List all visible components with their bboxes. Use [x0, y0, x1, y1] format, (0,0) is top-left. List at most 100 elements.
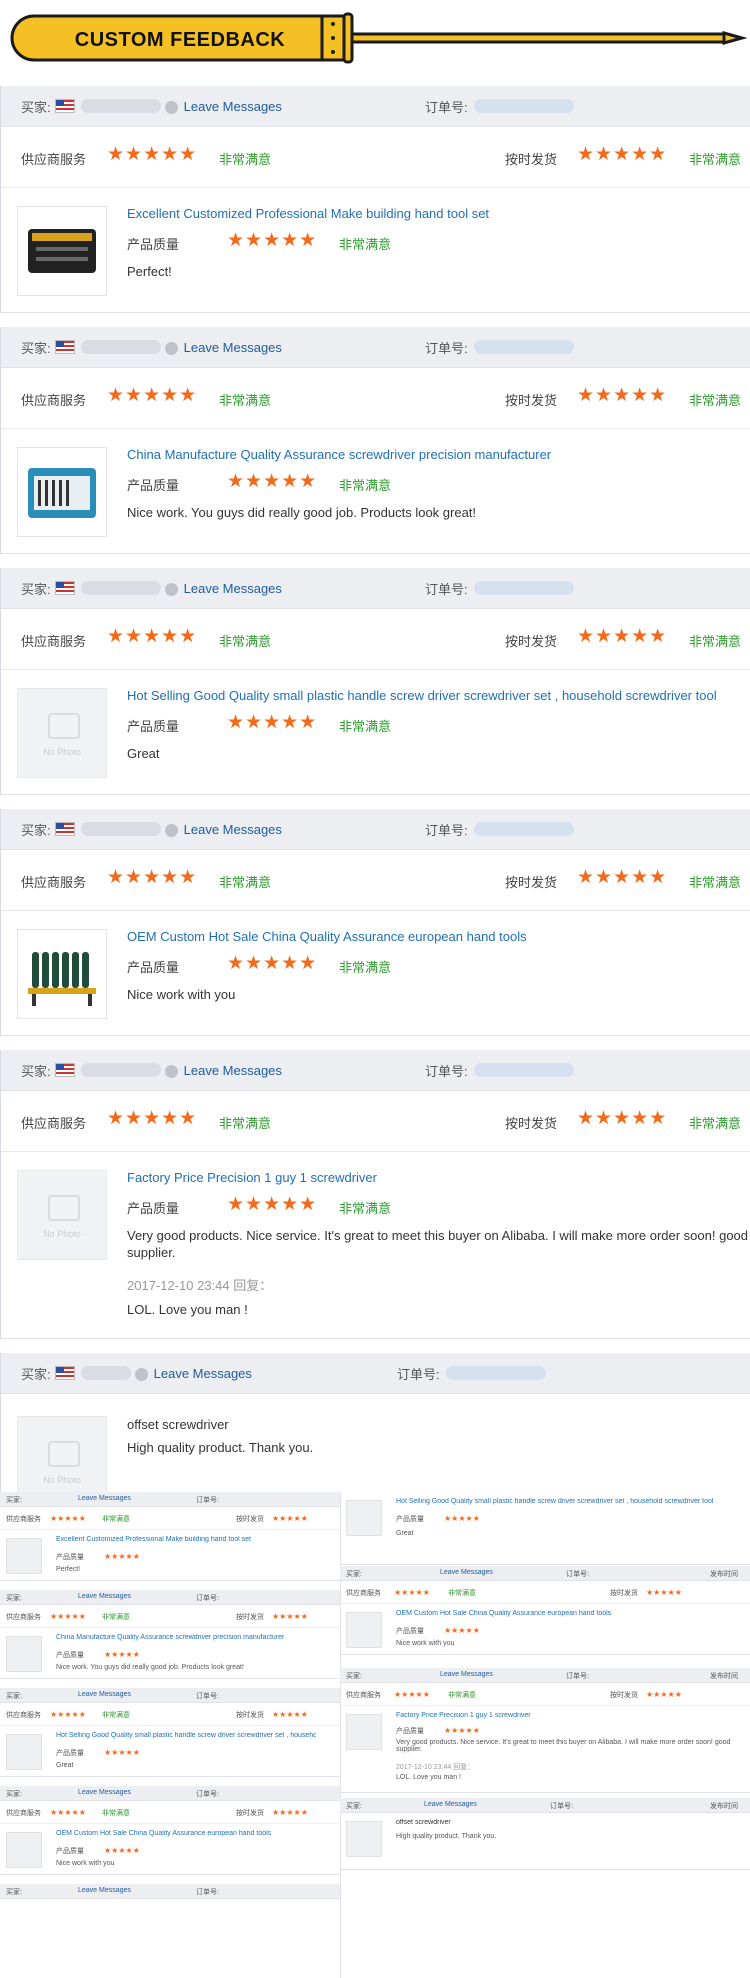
mini-buyer-label: 买家:	[6, 1497, 22, 1504]
order-number-blurred	[473, 581, 574, 595]
mini-product-title[interactable]: Excellent Customized Professional Make b…	[56, 1536, 316, 1543]
product-title-link[interactable]: Factory Price Precision 1 guy 1 screwdri…	[127, 1170, 750, 1185]
screwdriver-kit-icon[interactable]	[17, 447, 107, 537]
chat-icon[interactable]	[134, 1367, 148, 1381]
mini-star-rating: ★★★★★	[272, 1710, 308, 1719]
mini-product-title[interactable]: OEM Custom Hot Sale China Quality Assura…	[56, 1830, 316, 1837]
mini-leave-messages[interactable]: Leave Messages	[78, 1789, 131, 1796]
buyer-name-blurred	[80, 1063, 161, 1077]
review-comment: Very good products. Nice service. It's g…	[127, 1228, 749, 1260]
mini-leave-messages[interactable]: Leave Messages	[78, 1495, 131, 1502]
mini-review: Hot Selling Good Quality small plastic h…	[340, 1492, 750, 1565]
satisfaction-text: 非常满意	[689, 152, 742, 167]
star-rating: ★★★★★	[577, 385, 668, 406]
mini-satisfaction: 非常满意	[102, 1712, 130, 1719]
star-rating: ★★★★★	[227, 1194, 318, 1215]
mini-star-rating: ★★★★★	[50, 1514, 86, 1523]
mini-reply-time: 2017-12-10 23:44 回复：	[396, 1764, 475, 1771]
review-comment: Great	[127, 746, 160, 761]
mini-buyer-label: 买家:	[6, 1791, 22, 1798]
leave-messages-link[interactable]: Leave Messages	[184, 1063, 282, 1078]
satisfaction-text: 非常满意	[219, 393, 272, 408]
mini-star-rating: ★★★★★	[394, 1690, 430, 1699]
mini-thumb	[346, 1500, 382, 1536]
review-header: 买家: Leave Messages 订单号:	[1, 568, 750, 609]
mini-star-rating: ★★★★★	[50, 1710, 86, 1719]
satisfaction-text: 非常满意	[339, 237, 392, 252]
mini-product-title[interactable]: Hot Selling Good Quality small plastic h…	[396, 1498, 736, 1505]
reply-text: LOL. Love you man !	[127, 1302, 248, 1317]
product-row: Excellent Customized Professional Make b…	[1, 188, 750, 313]
review-comment: High quality product. Thank you.	[127, 1440, 314, 1455]
mini-leave-messages[interactable]: Leave Messages	[440, 1569, 493, 1576]
product-title-link[interactable]: Hot Selling Good Quality small plastic h…	[127, 688, 750, 703]
us-flag-icon	[54, 822, 75, 836]
leave-messages-link[interactable]: Leave Messages	[184, 99, 282, 114]
chat-icon[interactable]	[164, 1064, 178, 1078]
mini-leave-messages[interactable]: Leave Messages	[440, 1671, 493, 1678]
chat-icon[interactable]	[164, 823, 178, 837]
review-card: 买家: Leave Messages 订单号: 供应商服务 ★★★★★ 非常满意…	[0, 327, 750, 554]
mini-thumb	[346, 1821, 382, 1857]
buyer-label: 买家:	[21, 99, 51, 115]
buyer-name-blurred	[80, 99, 161, 113]
satisfaction-text: 非常满意	[339, 960, 392, 975]
no-photo-icon[interactable]: No Photo	[17, 688, 107, 778]
product-title-link[interactable]: China Manufacture Quality Assurance scre…	[127, 447, 750, 462]
mini-leave-messages[interactable]: Leave Messages	[78, 1593, 131, 1600]
mini-leave-messages[interactable]: Leave Messages	[78, 1691, 131, 1698]
mini-product-title[interactable]: OEM Custom Hot Sale China Quality Assura…	[396, 1610, 656, 1617]
review-comment: Nice work with you	[127, 987, 236, 1002]
order-number-blurred	[473, 1063, 574, 1077]
review-header: 买家: Leave Messages 订单号:	[1, 86, 750, 127]
leave-messages-link[interactable]: Leave Messages	[184, 581, 282, 596]
mini-star-rating: ★★★★★	[50, 1612, 86, 1621]
chat-icon[interactable]	[164, 100, 178, 114]
chat-icon[interactable]	[164, 582, 178, 596]
star-rating: ★★★★★	[107, 1108, 198, 1129]
leave-messages-link[interactable]: Leave Messages	[154, 1366, 252, 1381]
product-title-link[interactable]: OEM Custom Hot Sale China Quality Assura…	[127, 929, 750, 944]
buyer-label: 买家:	[21, 1063, 51, 1079]
product-title-link[interactable]: Excellent Customized Professional Make b…	[127, 206, 750, 221]
product-quality-label: 产品质量	[127, 1201, 180, 1216]
mini-comment: High quality product. Thank you.	[396, 1833, 497, 1840]
mini-satisfaction: 非常满意	[102, 1516, 130, 1523]
mini-service-label: 供应商服务	[6, 1614, 41, 1621]
delivery-label: 按时发货	[505, 1116, 558, 1131]
mini-star-rating: ★★★★★	[444, 1626, 480, 1635]
us-flag-icon	[54, 340, 75, 354]
mini-review: 买家: Leave Messages 订单号: 供应商服务 ★★★★★ 非常满意 按时发货…	[0, 1590, 340, 1679]
star-rating: ★★★★★	[577, 1108, 668, 1129]
mini-quality-label: 产品质量	[396, 1728, 424, 1735]
mini-order-label: 订单号:	[196, 1497, 219, 1504]
review-card: 买家: Leave Messages 订单号: 供应商服务 ★★★★★ 非常满意…	[0, 1050, 750, 1339]
mini-product-title[interactable]: China Manufacture Quality Assurance scre…	[56, 1634, 316, 1641]
supplier-service-label: 供应商服务	[21, 634, 87, 649]
tool-case-icon[interactable]	[17, 206, 107, 296]
chat-icon[interactable]	[164, 341, 178, 355]
review-header: 买家: Leave Messages 订单号:	[1, 1353, 750, 1394]
buyer-name-blurred	[80, 1366, 131, 1380]
review-card: 买家: Leave Messages 订单号: 供应商服务 ★★★★★ 非常满意…	[0, 568, 750, 795]
order-number-blurred	[445, 1366, 546, 1380]
mini-service-label: 供应商服务	[346, 1590, 381, 1597]
buyer-label: 买家:	[21, 340, 51, 356]
us-flag-icon	[54, 1366, 75, 1380]
leave-messages-link[interactable]: Leave Messages	[184, 340, 282, 355]
mini-leave-messages[interactable]: Leave Messages	[424, 1801, 477, 1808]
mini-product-title[interactable]: Factory Price Precision 1 guy 1 screwdri…	[396, 1712, 656, 1719]
star-rating: ★★★★★	[107, 144, 198, 165]
mini-quality-label: 产品质量	[396, 1516, 424, 1523]
buyer-label: 买家:	[21, 1366, 51, 1382]
mini-satisfaction: 非常满意	[102, 1810, 130, 1817]
mini-star-rating: ★★★★★	[50, 1808, 86, 1817]
mini-review: 买家: Leave Messages 订单号: 供应商服务 ★★★★★ 非常满意 按时发货…	[0, 1688, 340, 1777]
mini-leave-messages[interactable]: Leave Messages	[78, 1887, 131, 1894]
mini-thumb	[6, 1832, 42, 1868]
screwdriver-rack-icon[interactable]	[17, 929, 107, 1019]
leave-messages-link[interactable]: Leave Messages	[184, 822, 282, 837]
product-row: No Photo Factory Price Precision 1 guy 1…	[1, 1152, 750, 1339]
no-photo-icon[interactable]: No Photo	[17, 1170, 107, 1260]
mini-product-title[interactable]: Hot Selling Good Quality small plastic h…	[56, 1732, 316, 1739]
